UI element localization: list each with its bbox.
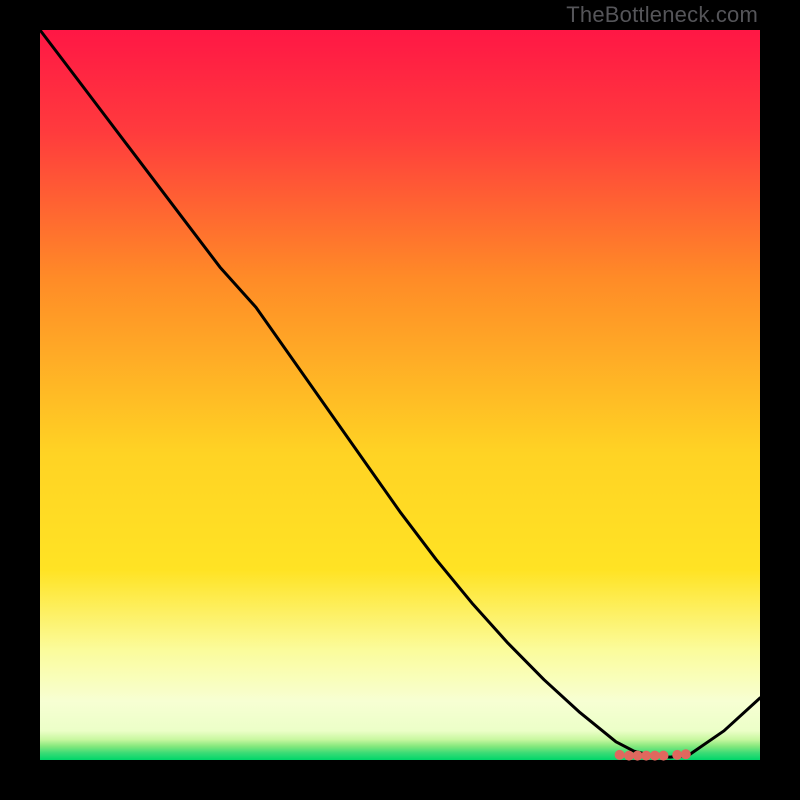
watermark-text: TheBottleneck.com [566, 2, 758, 28]
chart-frame: TheBottleneck.com [0, 0, 800, 800]
gradient-background [40, 30, 760, 760]
chart-plot [40, 30, 760, 760]
